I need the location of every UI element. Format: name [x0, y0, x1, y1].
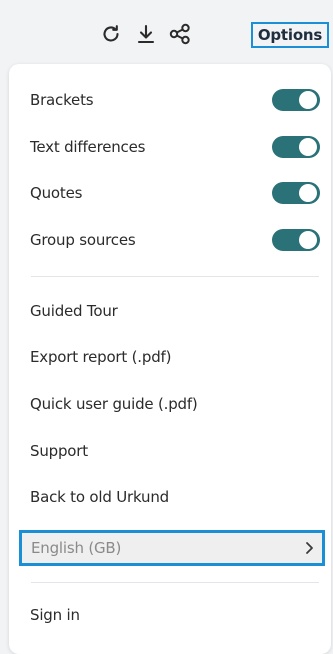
menu-item-support[interactable]: Support [30, 436, 320, 466]
menu-item-back-to-old-urkund[interactable]: Back to old Urkund [30, 482, 320, 512]
options-dropdown: Brackets Text differences Quotes Group s… [9, 64, 331, 654]
menu-item-quick-user-guide[interactable]: Quick user guide (.pdf) [30, 389, 320, 419]
toggle-quotes[interactable]: Quotes [30, 178, 320, 208]
toggle-label: Quotes [30, 184, 83, 202]
toggle-group-sources[interactable]: Group sources [30, 225, 320, 255]
toggle-switch[interactable] [272, 182, 320, 204]
language-label: English (GB) [31, 539, 122, 557]
toggle-switch[interactable] [272, 136, 320, 158]
menu-divider [31, 582, 319, 583]
switch-knob [299, 231, 317, 249]
toggle-label: Group sources [30, 231, 136, 249]
toggle-switch[interactable] [272, 89, 320, 111]
menu-divider [31, 276, 319, 277]
toggle-label: Brackets [30, 91, 94, 109]
language-selector[interactable]: English (GB) [19, 530, 325, 566]
download-icon[interactable] [132, 20, 160, 48]
toggle-switch[interactable] [272, 229, 320, 251]
refresh-icon[interactable] [97, 20, 125, 48]
share-icon[interactable] [166, 20, 194, 48]
top-toolbar: Options [0, 0, 333, 70]
menu-item-export-report[interactable]: Export report (.pdf) [30, 342, 320, 372]
toggle-label: Text differences [30, 138, 146, 156]
toggle-text-differences[interactable]: Text differences [30, 132, 320, 162]
switch-knob [299, 184, 317, 202]
sign-in-link[interactable]: Sign in [30, 600, 320, 630]
options-button[interactable]: Options [251, 22, 329, 48]
menu-item-guided-tour[interactable]: Guided Tour [30, 296, 320, 326]
switch-knob [299, 138, 317, 156]
toggle-brackets[interactable]: Brackets [30, 85, 320, 115]
chevron-right-icon [304, 541, 314, 555]
switch-knob [299, 91, 317, 109]
